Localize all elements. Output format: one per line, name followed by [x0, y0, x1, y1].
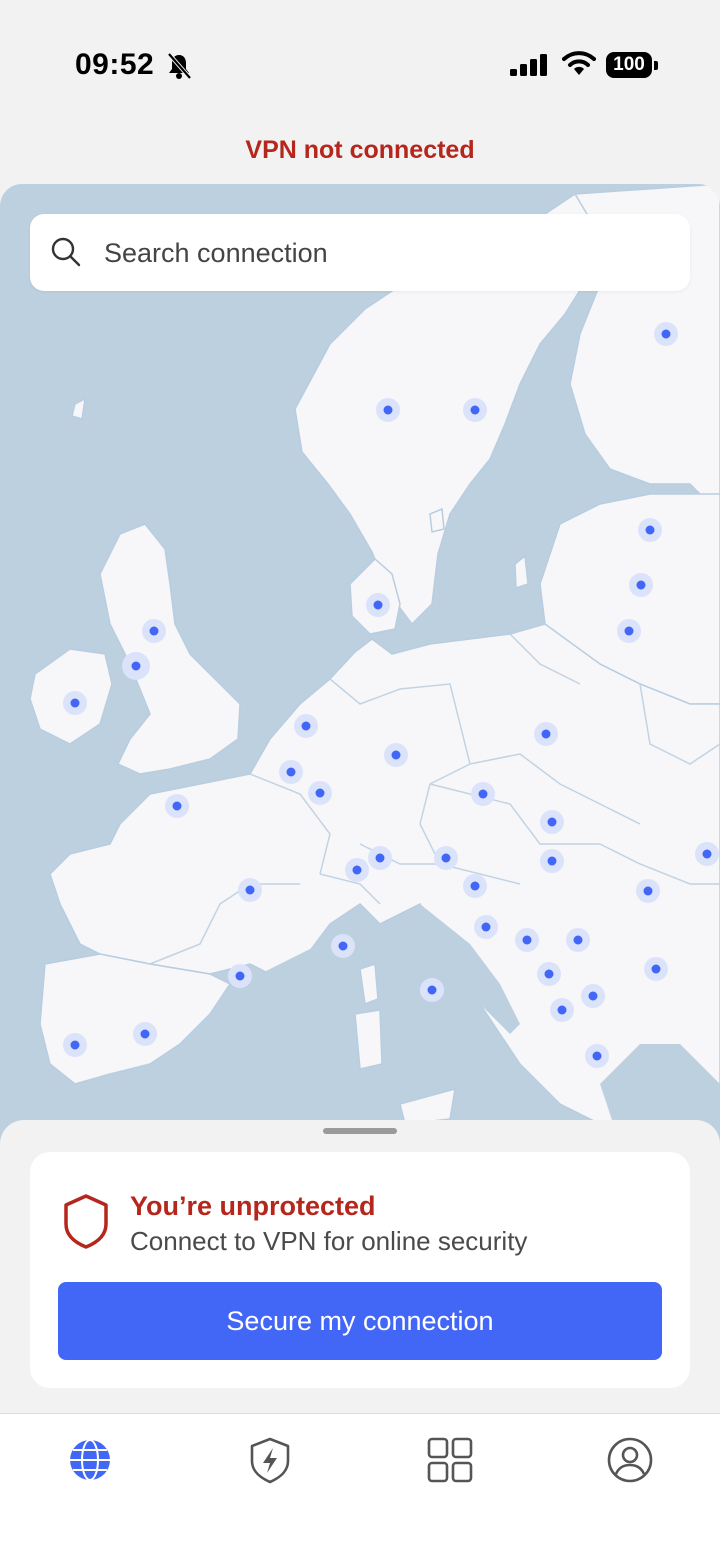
secure-connection-button[interactable]: Secure my connection: [58, 1282, 662, 1360]
europe-map-illustration: [29, 184, 720, 1144]
server-map[interactable]: [0, 184, 720, 1144]
cellular-signal-icon: [510, 54, 547, 76]
status-bar: 09:52 100: [0, 0, 720, 110]
shield-warning-icon: [64, 1194, 108, 1249]
status-time: 09:52: [75, 48, 155, 81]
sheet-drag-handle[interactable]: [323, 1128, 397, 1134]
search-icon: [51, 237, 81, 267]
search-bar[interactable]: [30, 214, 690, 293]
grid-icon[interactable]: [426, 1436, 474, 1484]
profile-icon[interactable]: [606, 1436, 654, 1484]
battery-indicator: 100: [606, 52, 660, 80]
globe-icon[interactable]: [66, 1436, 114, 1484]
vpn-status-label: VPN not connected: [245, 136, 475, 164]
search-input[interactable]: [102, 214, 666, 293]
protection-subtitle: Connect to VPN for online security: [130, 1226, 528, 1256]
battery-level: 100: [613, 54, 645, 75]
protection-title: You’re unprotected: [130, 1191, 376, 1221]
bell-muted-icon: [167, 52, 192, 80]
wifi-icon: [562, 51, 596, 75]
shield-bolt-icon[interactable]: [246, 1436, 294, 1484]
